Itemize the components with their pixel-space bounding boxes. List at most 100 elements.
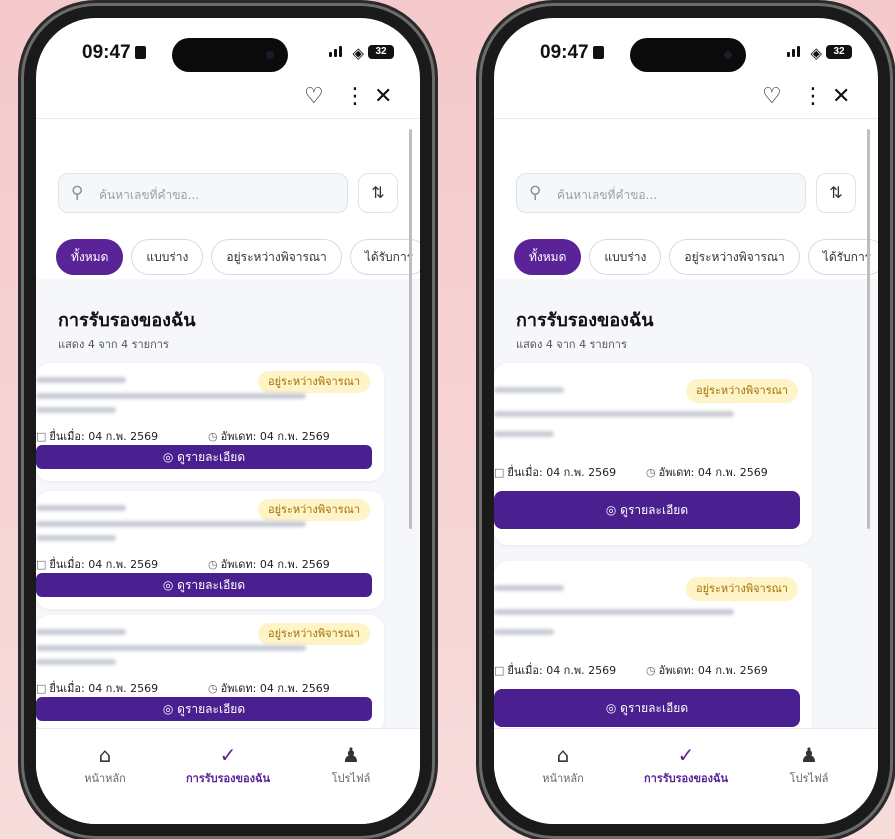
status-bar: 09:47 ◈ 32 <box>36 18 420 88</box>
eye-icon: ◎ <box>162 450 178 464</box>
calendar-icon: □ <box>494 466 505 479</box>
phone-frame-left: 09:47 ◈ 32 ♡ ⋮ ✕ ⚲ ค้นหาเลขที่คำขอ... ⇅ … <box>24 6 432 836</box>
chip-pending[interactable]: อยู่ระหว่างพิจารณา <box>669 239 800 275</box>
nav-home[interactable]: ⌂ หน้าหลัก <box>508 743 618 787</box>
updated-date: อัพเดท: 04 ก.พ. 2569 <box>220 682 330 695</box>
updated-date: อัพเดท: 04 ก.พ. 2569 <box>220 430 330 443</box>
nav-profile[interactable]: ♟ โปรไฟล์ <box>296 743 406 787</box>
search-input[interactable]: ⚲ ค้นหาเลขที่คำขอ... <box>516 173 806 213</box>
view-details-button[interactable]: ◎ ดูรายละเอียด <box>494 491 800 529</box>
check-circle-icon: ✓ <box>677 743 695 767</box>
camera-icon <box>266 51 274 59</box>
submitted-date: ยื่นเมื่อ: 04 ก.พ. 2569 <box>49 430 159 443</box>
chip-all[interactable]: ทั้งหมด <box>56 239 124 275</box>
chip-all[interactable]: ทั้งหมด <box>514 239 582 275</box>
more-vertical-icon[interactable]: ⋮ <box>802 84 824 109</box>
eye-icon: ◎ <box>605 503 621 517</box>
home-icon: ⌂ <box>556 743 570 767</box>
status-bar: 09:47 ◈ 32 <box>494 18 878 88</box>
search-icon: ⚲ <box>71 183 84 203</box>
heart-icon[interactable]: ♡ <box>304 84 324 109</box>
close-icon[interactable]: ✕ <box>374 84 392 109</box>
view-details-button[interactable]: ◎ ดูรายละเอียด <box>36 697 372 721</box>
screen-right: 09:47 ◈ 32 ♡ ⋮ ✕ ⚲ ค้นหาเลขที่คำขอ... ⇅ … <box>494 18 878 824</box>
scrollbar[interactable] <box>867 129 870 529</box>
status-badge: อยู่ระหว่างพิจารณา <box>685 577 798 601</box>
heart-icon[interactable]: ♡ <box>762 84 782 109</box>
check-circle-icon: ✓ <box>219 743 237 767</box>
battery-icon: 32 <box>368 45 394 59</box>
calendar-icon: □ <box>494 664 505 677</box>
wifi-icon: ◈ <box>810 44 822 62</box>
updated-date: อัพเดท: 04 ก.พ. 2569 <box>658 664 768 677</box>
calendar-icon: □ <box>36 682 47 695</box>
signal-icon <box>329 46 342 57</box>
sim-icon <box>134 46 146 59</box>
filter-button[interactable]: ⇅ <box>816 173 856 213</box>
search-input[interactable]: ⚲ ค้นหาเลขที่คำขอ... <box>58 173 348 213</box>
updated-date: อัพเดท: 04 ก.พ. 2569 <box>658 466 768 479</box>
home-icon: ⌂ <box>98 743 112 767</box>
certification-card: อยู่ระหว่างพิจารณา □ ยื่นเมื่อ: 04 ก.พ. 2… <box>36 615 384 728</box>
view-details-button[interactable]: ◎ ดูรายละเอียด <box>36 573 372 597</box>
sliders-icon: ⇅ <box>371 183 385 202</box>
bottom-nav: ⌂ หน้าหลัก ✓ การรับรองของฉัน ♟ โปรไฟล์ <box>494 728 878 824</box>
close-icon[interactable]: ✕ <box>832 84 850 109</box>
clock-icon: ◷ <box>208 682 218 695</box>
search-placeholder: ค้นหาเลขที่คำขอ... <box>557 188 658 202</box>
camera-icon <box>724 51 732 59</box>
clock-icon: ◷ <box>208 558 218 571</box>
view-details-button[interactable]: ◎ ดูรายละเอียด <box>36 445 372 469</box>
more-vertical-icon[interactable]: ⋮ <box>344 84 366 109</box>
user-icon: ♟ <box>342 743 360 767</box>
certification-card: อยู่ระหว่างพิจารณา □ ยื่นเมื่อ: 04 ก.พ. 2… <box>494 561 812 728</box>
eye-icon: ◎ <box>605 701 621 715</box>
chip-draft[interactable]: แบบร่าง <box>131 239 204 275</box>
nav-my-certifications[interactable]: ✓ การรับรองของฉัน <box>173 743 283 787</box>
clock-icon: ◷ <box>208 430 218 443</box>
updated-date: อัพเดท: 04 ก.พ. 2569 <box>220 558 330 571</box>
nav-home[interactable]: ⌂ หน้าหลัก <box>50 743 160 787</box>
clock: 09:47 <box>82 42 131 63</box>
sliders-icon: ⇅ <box>829 183 843 202</box>
bottom-nav: ⌂ หน้าหลัก ✓ การรับรองของฉัน ♟ โปรไฟล์ <box>36 728 420 824</box>
screen-left: 09:47 ◈ 32 ♡ ⋮ ✕ ⚲ ค้นหาเลขที่คำขอ... ⇅ … <box>36 18 420 824</box>
main-content: ⚲ ค้นหาเลขที่คำขอ... ⇅ ทั้งหมด แบบร่าง อยู… <box>36 119 420 728</box>
submitted-date: ยื่นเมื่อ: 04 ก.พ. 2569 <box>49 682 159 695</box>
filter-button[interactable]: ⇅ <box>358 173 398 213</box>
user-icon: ♟ <box>800 743 818 767</box>
calendar-icon: □ <box>36 558 47 571</box>
dynamic-island <box>172 38 288 72</box>
status-badge: อยู่ระหว่างพิจารณา <box>257 623 370 645</box>
filter-chips: ทั้งหมด แบบร่าง อยู่ระหว่างพิจารณา ได้รับกา… <box>514 239 878 275</box>
status-badge: อยู่ระหว่างพิจารณา <box>257 371 370 393</box>
clock: 09:47 <box>540 42 589 63</box>
search-icon: ⚲ <box>529 183 542 203</box>
battery-icon: 32 <box>826 45 852 59</box>
status-badge: อยู่ระหว่างพิจารณา <box>685 379 798 403</box>
certification-card: อยู่ระหว่างพิจารณา □ ยื่นเมื่อ: 04 ก.พ. 2… <box>494 363 812 545</box>
filter-chips: ทั้งหมด แบบร่าง อยู่ระหว่างพิจารณา ได้รับกา… <box>56 239 420 275</box>
status-badge: อยู่ระหว่างพิจารณา <box>257 499 370 521</box>
chip-draft[interactable]: แบบร่าง <box>589 239 662 275</box>
section-title: การรับรองของฉัน <box>58 310 196 331</box>
wifi-icon: ◈ <box>352 44 364 62</box>
clock-icon: ◷ <box>646 466 656 479</box>
section-subtitle: แสดง 4 จาก 4 รายการ <box>58 338 169 351</box>
certification-card: อยู่ระหว่างพิจารณา □ ยื่นเมื่อ: 04 ก.พ. 2… <box>36 363 384 481</box>
nav-profile[interactable]: ♟ โปรไฟล์ <box>754 743 864 787</box>
section-subtitle: แสดง 4 จาก 4 รายการ <box>516 338 627 351</box>
eye-icon: ◎ <box>162 702 178 716</box>
submitted-date: ยื่นเมื่อ: 04 ก.พ. 2569 <box>507 466 617 479</box>
eye-icon: ◎ <box>162 578 178 592</box>
scrollbar[interactable] <box>409 129 412 529</box>
chip-pending[interactable]: อยู่ระหว่างพิจารณา <box>211 239 342 275</box>
submitted-date: ยื่นเมื่อ: 04 ก.พ. 2569 <box>49 558 159 571</box>
nav-my-certifications[interactable]: ✓ การรับรองของฉัน <box>631 743 741 787</box>
clock-icon: ◷ <box>646 664 656 677</box>
signal-icon <box>787 46 800 57</box>
view-details-button[interactable]: ◎ ดูรายละเอียด <box>494 689 800 727</box>
phone-frame-right: 09:47 ◈ 32 ♡ ⋮ ✕ ⚲ ค้นหาเลขที่คำขอ... ⇅ … <box>482 6 890 836</box>
certification-card: อยู่ระหว่างพิจารณา □ ยื่นเมื่อ: 04 ก.พ. 2… <box>36 491 384 609</box>
section-title: การรับรองของฉัน <box>516 310 654 331</box>
